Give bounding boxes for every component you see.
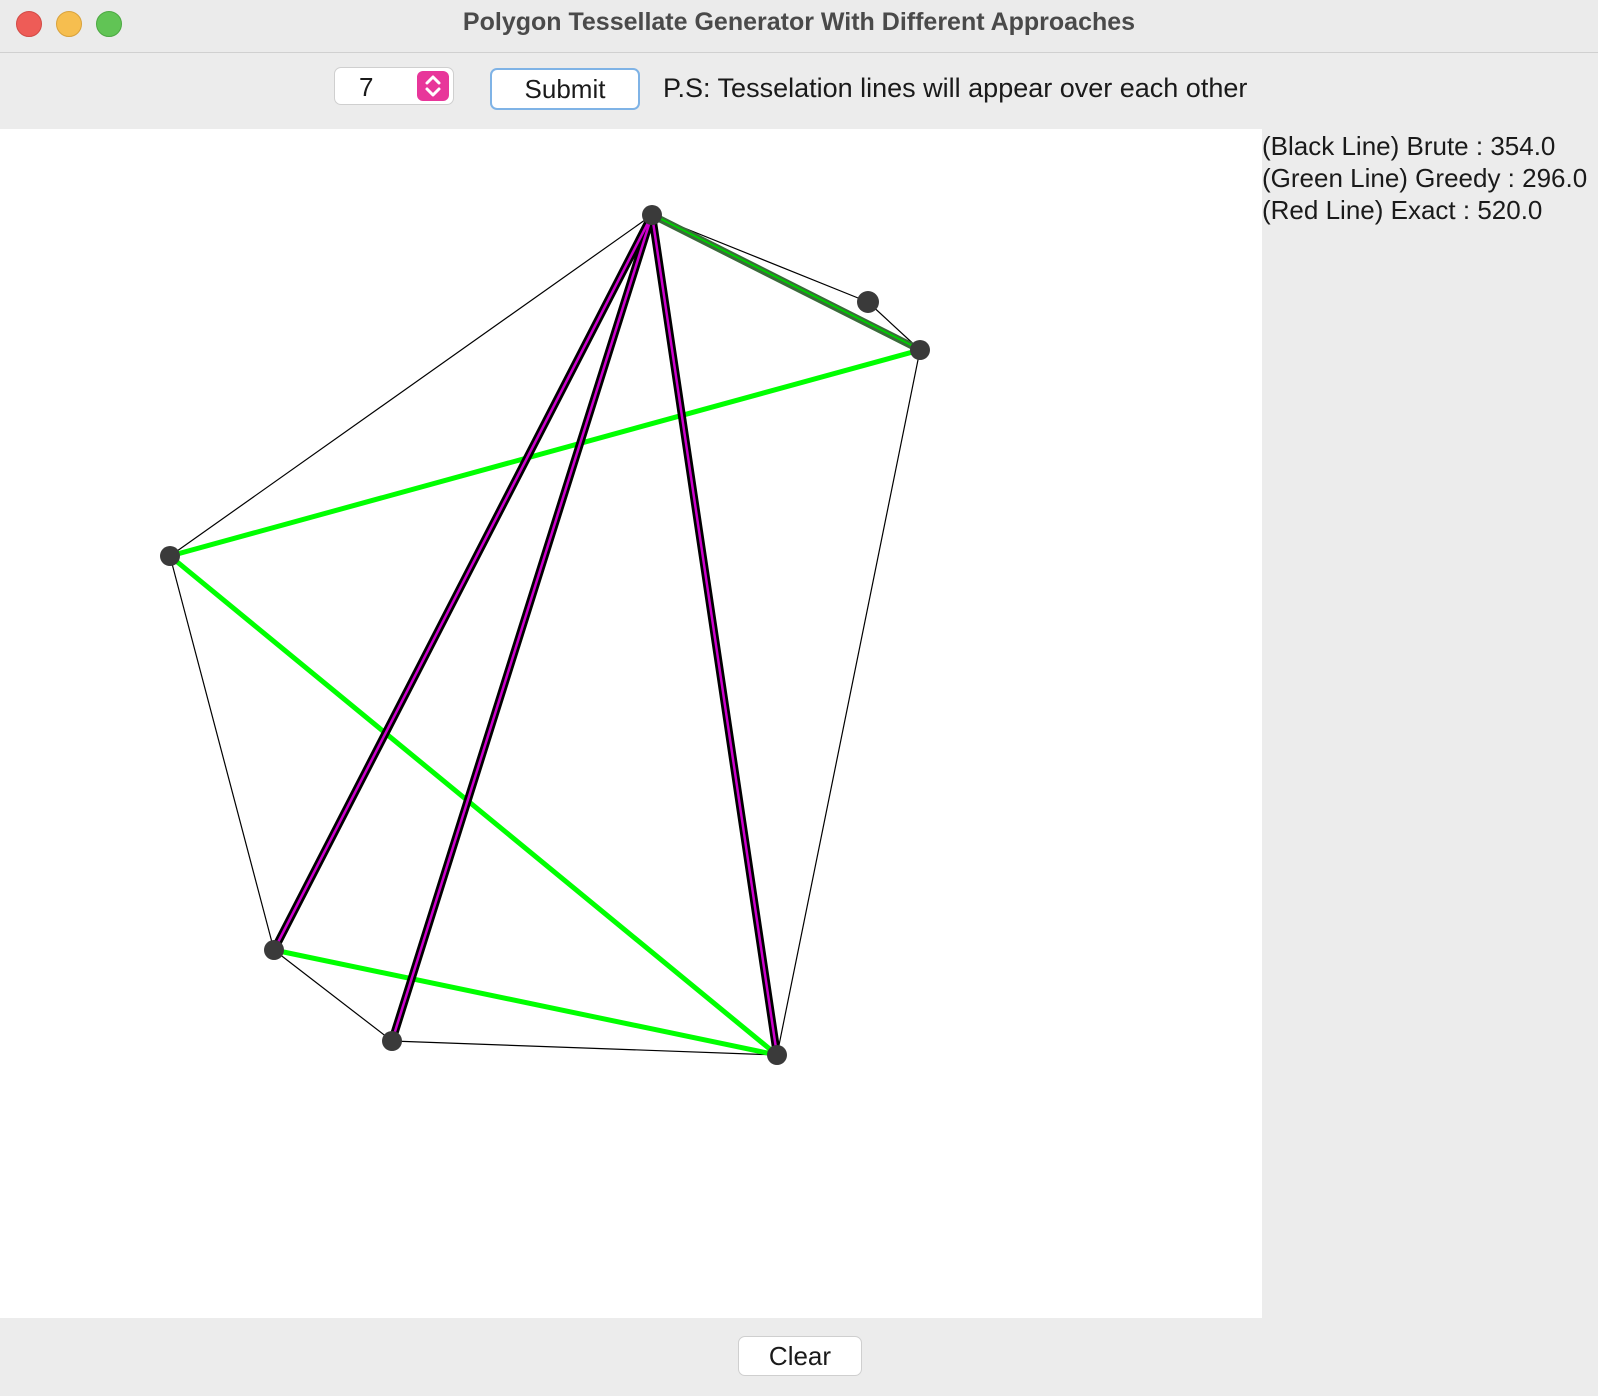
vertex (910, 340, 930, 360)
footer-bar: Clear (0, 1318, 1598, 1396)
polygon-edge (169, 214, 653, 557)
brute-result: (Black Line) Brute : 354.0 (1262, 131, 1556, 161)
exact-line (272, 214, 654, 951)
vertex (857, 291, 879, 313)
spinner-stepper-icon[interactable] (417, 71, 449, 101)
clear-button[interactable]: Clear (738, 1336, 862, 1376)
polygon-edge (169, 555, 275, 951)
polygon-edge (776, 349, 921, 1056)
greedy-line (652, 214, 920, 350)
vertex (382, 1031, 402, 1051)
greedy-line (168, 554, 779, 1057)
greedy-line (169, 347, 921, 559)
exact-result: (Red Line) Exact : 520.0 (1262, 195, 1543, 225)
toolbar: 7 Submit P.S: Tesselation lines will app… (0, 53, 1598, 129)
results-panel: (Black Line) Brute : 354.0 (Green Line) … (1262, 129, 1598, 1318)
vertex (642, 205, 662, 225)
drawing-canvas[interactable] (0, 129, 1262, 1318)
vertex-count-spinner[interactable]: 7 (334, 67, 454, 105)
exact-lines (272, 214, 779, 1056)
window-title: Polygon Tessellate Generator With Differ… (462, 8, 1136, 36)
title-bar: Polygon Tessellate Generator With Differ… (0, 0, 1598, 53)
exact-line (650, 214, 779, 1056)
polygon-vertices (160, 205, 930, 1065)
vertex-count-value[interactable]: 7 (359, 72, 373, 103)
submit-button[interactable]: Submit (490, 68, 640, 110)
greedy-result: (Green Line) Greedy : 296.0 (1262, 163, 1588, 193)
polygon-drawing (160, 205, 930, 1065)
vertex (160, 546, 180, 566)
vertex (264, 940, 284, 960)
vertex (767, 1045, 787, 1065)
brute-lines (270, 211, 781, 1059)
tessellation-note: P.S: Tesselation lines will appear over … (663, 73, 1248, 103)
greedy-line (273, 947, 778, 1058)
